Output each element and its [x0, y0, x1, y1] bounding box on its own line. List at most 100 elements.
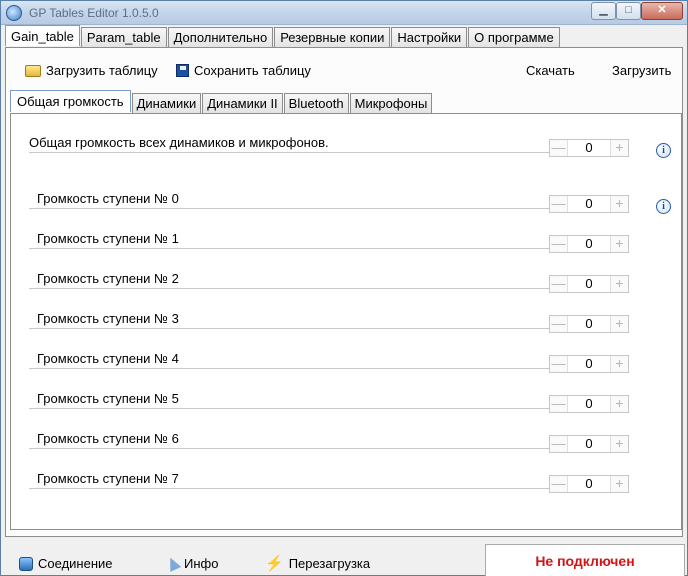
row-divider — [29, 208, 549, 209]
row-label: Громкость ступени № 0 — [37, 191, 179, 206]
stepper-value[interactable]: 0 — [567, 436, 611, 452]
increment-button[interactable]: + — [611, 396, 628, 412]
decrement-button[interactable]: — — [550, 140, 567, 156]
save-table-button[interactable]: Сохранить таблицу — [176, 63, 311, 78]
decrement-button[interactable]: — — [550, 436, 567, 452]
decrement-button[interactable]: — — [550, 236, 567, 252]
tab-microphones[interactable]: Микрофоны — [349, 93, 433, 113]
tab-param-table[interactable]: Param_table — [80, 27, 167, 47]
decrement-button[interactable]: — — [550, 276, 567, 292]
stepper-value[interactable]: 0 — [567, 316, 611, 332]
tab-speakers[interactable]: Динамики — [131, 93, 202, 113]
increment-button[interactable]: + — [611, 140, 628, 156]
decrement-button[interactable]: — — [550, 396, 567, 412]
tab-settings[interactable]: Настройки — [391, 27, 468, 47]
tab-gain-table[interactable]: Gain_table — [5, 25, 80, 46]
row-divider — [29, 488, 549, 489]
decrement-button[interactable]: — — [550, 196, 567, 212]
overall-volume-row: Общая громкость всех динамиков и микрофо… — [29, 135, 629, 157]
stepper-value[interactable]: 0 — [567, 196, 611, 212]
save-table-label: Сохранить таблицу — [194, 63, 311, 78]
volume-stepper[interactable]: — 0 + — [549, 475, 629, 493]
row-divider — [29, 328, 549, 329]
upload-button[interactable]: Загрузить — [612, 63, 671, 78]
stepper-value[interactable]: 0 — [567, 140, 611, 156]
step-volume-row: Громкость ступени № 1 — 0 + — [29, 231, 637, 253]
row-label: Громкость ступени № 5 — [37, 391, 179, 406]
tab-bluetooth[interactable]: Bluetooth — [283, 93, 349, 113]
increment-button[interactable]: + — [611, 276, 628, 292]
info-label: Инфо — [184, 556, 219, 571]
volume-stepper[interactable]: — 0 + — [549, 395, 629, 413]
row-label: Громкость ступени № 2 — [37, 271, 179, 286]
tab-speakers-ii[interactable]: Динамики II — [202, 93, 283, 113]
load-table-button[interactable]: Загрузить таблицу — [25, 63, 158, 78]
stepper-value[interactable]: 0 — [567, 476, 611, 492]
volume-stepper[interactable]: — 0 + — [549, 275, 629, 293]
stepper-value[interactable]: 0 — [567, 276, 611, 292]
connection-label: Соединение — [38, 556, 113, 571]
increment-button[interactable]: + — [611, 356, 628, 372]
tab-backups[interactable]: Резервные копии — [274, 27, 391, 47]
connection-button[interactable]: Соединение — [19, 556, 113, 571]
title-bar[interactable]: GP Tables Editor 1.0.5.0 ▁ □ ✕ — [1, 1, 687, 25]
lightning-icon: ⚡ — [265, 554, 284, 572]
increment-button[interactable]: + — [611, 316, 628, 332]
row-divider — [29, 408, 549, 409]
connection-icon — [19, 556, 33, 571]
volume-stepper[interactable]: — 0 + — [549, 315, 629, 333]
row-divider — [29, 448, 549, 449]
close-button[interactable]: ✕ — [641, 2, 683, 20]
row-label: Громкость ступени № 7 — [37, 471, 179, 486]
window-title: GP Tables Editor 1.0.5.0 — [29, 6, 159, 20]
row-label: Громкость ступени № 4 — [37, 351, 179, 366]
increment-button[interactable]: + — [611, 196, 628, 212]
row-divider — [29, 152, 549, 153]
stepper-value[interactable]: 0 — [567, 396, 611, 412]
decrement-button[interactable]: — — [550, 356, 567, 372]
tab-overall-volume[interactable]: Общая громкость — [10, 90, 131, 112]
info-icon[interactable]: i — [656, 199, 671, 214]
cursor-icon — [164, 555, 182, 572]
row-label: Громкость ступени № 3 — [37, 311, 179, 326]
app-icon — [6, 5, 22, 21]
stepper-value[interactable]: 0 — [567, 356, 611, 372]
row-divider — [29, 368, 549, 369]
reboot-button[interactable]: ⚡ Перезагрузка — [265, 554, 371, 572]
connection-status: Не подключен — [485, 544, 685, 576]
main-tab-bar: Gain_table Param_table Дополнительно Рез… — [5, 25, 561, 47]
decrement-button[interactable]: — — [550, 316, 567, 332]
sub-tab-bar: Общая громкость Динамики Динамики II Blu… — [10, 90, 433, 113]
stepper-value[interactable]: 0 — [567, 236, 611, 252]
row-divider — [29, 248, 549, 249]
reboot-label: Перезагрузка — [288, 556, 371, 571]
tab-additional[interactable]: Дополнительно — [167, 27, 274, 47]
maximize-button[interactable]: □ — [616, 2, 641, 20]
step-volume-row: Громкость ступени № 5 — 0 + — [29, 391, 637, 413]
info-button[interactable]: Инфо — [164, 555, 219, 572]
volume-stepper[interactable]: — 0 + — [549, 355, 629, 373]
volume-stepper[interactable]: — 0 + — [549, 235, 629, 253]
step-volume-row: Громкость ступени № 6 — 0 + — [29, 431, 637, 453]
increment-button[interactable]: + — [611, 236, 628, 252]
row-label: Общая громкость всех динамиков и микрофо… — [29, 135, 329, 150]
load-table-label: Загрузить таблицу — [46, 63, 158, 78]
info-icon[interactable]: i — [656, 143, 671, 158]
step-volume-row: Громкость ступени № 4 — 0 + — [29, 351, 637, 373]
step-volume-row: Громкость ступени № 3 — 0 + — [29, 311, 637, 333]
download-button[interactable]: Скачать — [526, 63, 575, 78]
folder-open-icon — [25, 64, 41, 77]
minimize-button[interactable]: ▁ — [591, 2, 616, 20]
volume-stepper[interactable]: — 0 + — [549, 195, 629, 213]
tab-about[interactable]: О программе — [468, 27, 560, 47]
decrement-button[interactable]: — — [550, 476, 567, 492]
volume-stepper[interactable]: — 0 + — [549, 435, 629, 453]
floppy-disk-icon — [176, 64, 189, 77]
row-divider — [29, 288, 549, 289]
increment-button[interactable]: + — [611, 476, 628, 492]
app-window: GP Tables Editor 1.0.5.0 ▁ □ ✕ Gain_tabl… — [0, 0, 688, 576]
increment-button[interactable]: + — [611, 436, 628, 452]
step-volume-row: Громкость ступени № 7 — 0 + — [29, 471, 637, 493]
volume-stepper[interactable]: — 0 + — [549, 139, 629, 157]
row-label: Громкость ступени № 6 — [37, 431, 179, 446]
